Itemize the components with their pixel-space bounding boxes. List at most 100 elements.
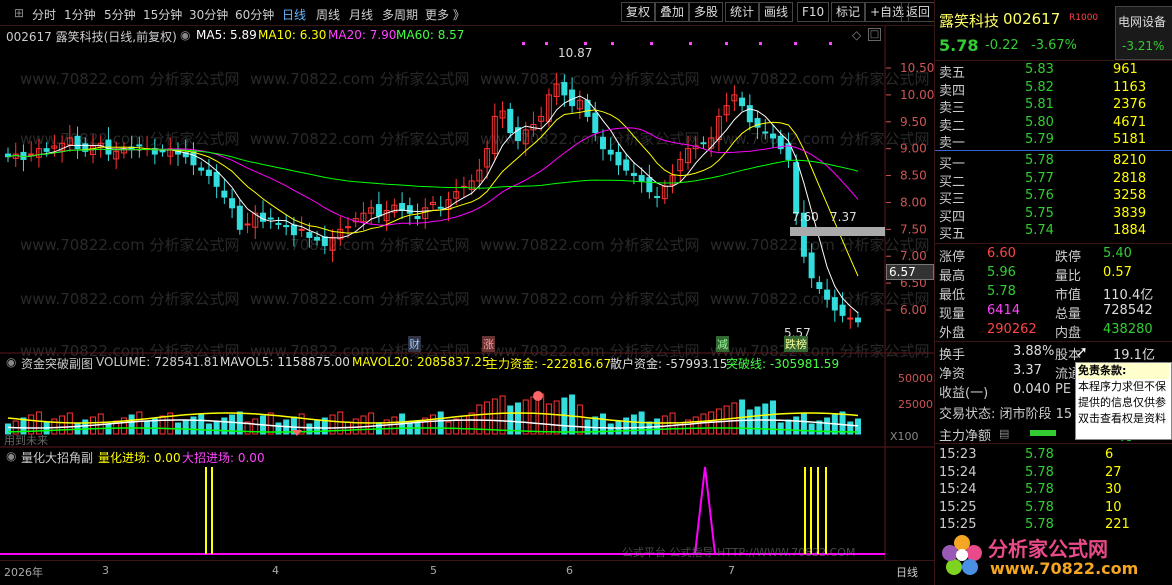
candle [20,144,27,172]
vol-tick-25000: 25000 [898,398,933,411]
disclaimer-tooltip[interactable]: 免责条款: 本程序力求但不保 提供的信息仅供参 双击查看权是资料 [1075,362,1172,440]
y-tick-label: 6.00 [900,303,927,317]
stat-row: 外盘 290262 内盘 438280 [939,322,1153,341]
fund-line [7,419,859,429]
stat-row: 最高 5.96 量比 0.57 [939,265,1132,284]
ask-row[interactable]: 卖三 5.81 2376 [935,97,1172,116]
candle [337,216,344,247]
candle [839,292,846,323]
price-change-pct: -3.67% [1031,38,1077,53]
candle [244,212,251,234]
y-tick-label: 7.00 [900,249,927,263]
ask-row[interactable]: 卖二 5.80 4671 [935,115,1172,134]
candle [607,137,614,162]
ask-row[interactable]: 卖一 5.79 5181 [935,132,1172,151]
month-label: 4 [272,564,279,577]
stock-code: 002617 [1003,10,1061,28]
volume-bar [576,404,583,435]
big-entry-spike [694,466,716,555]
event-marker-reduce[interactable]: 减 [716,336,729,352]
volume-bar [391,416,398,435]
candle [105,127,112,162]
table-icon[interactable]: ▤ [999,427,1009,440]
candle [623,153,630,176]
volume-bar [839,411,846,435]
volume-bar [491,398,498,435]
tick-row: 15:25 5.78 10 [939,499,1122,515]
price-box [790,227,885,236]
candle [190,142,197,176]
main-net-label: 主力净额 [939,429,992,444]
signal-dot [545,42,548,45]
ask-row[interactable]: 卖四 5.82 1163 [935,80,1172,99]
level-badge: R1000 [1069,13,1099,23]
candle [74,126,81,159]
candle [499,101,506,129]
kline-chart[interactable]: 10.5010.009.509.008.508.007.507.006.506.… [0,0,934,560]
break-line-label: 突破线: -305981.59 [726,357,840,371]
y-tick-label: 8.00 [900,195,927,209]
quote-panel: 露笑科技 002617 R1000 电网设备 -3.21% 5.78 -0.22… [934,0,1172,585]
event-marker-rise[interactable]: 涨 [482,336,495,352]
volume-bar [306,423,313,435]
candle [144,135,151,157]
bottom-watermark: 公式平台 公式指导 HTTP://WWW.70822.COM [622,546,856,559]
volume-bar [128,414,135,435]
price-change: -0.22 [985,38,1019,53]
brand-logo: 分析家公式网 www.70822.com [940,527,1172,585]
bid-row[interactable]: 买三 5.76 3258 [935,188,1172,207]
candle [391,198,398,218]
stock-name: 露笑科技 [939,12,1000,30]
quant-panel-icon[interactable]: ◉ [6,449,16,463]
quant-entry-label: 量化进场: 0.00 [98,451,181,465]
ask-row[interactable]: 卖五 5.83 961 [935,62,1172,81]
month-label: 7 [728,564,735,577]
sector-name: 电网设备 [1118,15,1167,29]
month-label: 3 [102,564,109,577]
candle [746,94,753,131]
candle [82,137,89,157]
quant-panel-title: 量化大招角副 [21,451,94,465]
stat-row: 现量 6414 总量 728542 [939,303,1153,322]
event-marker-fin[interactable]: 财 [408,336,421,352]
candle [816,276,823,294]
warning-marker [533,391,543,401]
bid-row[interactable]: 买五 5.74 1884 [935,223,1172,242]
volume-bar [499,395,506,435]
bid-row[interactable]: 买二 5.77 2818 [935,171,1172,190]
event-marker-fall[interactable]: 跌榜 [784,336,808,352]
candle [654,186,661,208]
volume-bar [437,411,444,435]
bid-row[interactable]: 买一 5.78 8210 [935,153,1172,172]
fund-line [7,427,859,433]
logo-title: 分析家公式网 [988,537,1108,561]
bid-row[interactable]: 买四 5.75 3839 [935,206,1172,225]
signal-dot [829,42,832,45]
volume-bar [59,415,66,435]
vol-panel-title: 资金突破副图 [21,357,94,371]
period-indicator[interactable]: 日线 [896,564,918,580]
volume-bar [785,419,792,435]
signal-dot [611,42,614,45]
candle [847,308,854,329]
signal-dot [522,42,525,45]
volume-bar [777,422,784,435]
candle [530,111,537,137]
volume-bar [82,419,89,435]
volume-bar [723,405,730,435]
month-label: 6 [566,564,573,577]
flower-logo-icon [942,535,982,575]
extra-row: 换手 3.88% 股本 19.1亿 [939,344,1155,363]
candle [576,90,583,120]
vol-panel-icon[interactable]: ◉ [6,355,16,369]
volume-bar [406,423,413,435]
candle [175,142,181,166]
candle [600,129,606,161]
mavol20-label: MAVOL20: 2085837.25 [352,355,490,369]
candle [731,85,738,112]
mavol5-label: MAVOL5: 1158875.00 [220,355,350,369]
tick-row: 15:23 5.78 6 [939,447,1114,462]
app-window: { "toolbar":{"periods":["分时","1分钟","5分钟"… [0,0,1172,585]
candle [159,144,166,157]
time-axis-bar: 2026年 3 4 5 6 7 日线 [0,560,934,585]
